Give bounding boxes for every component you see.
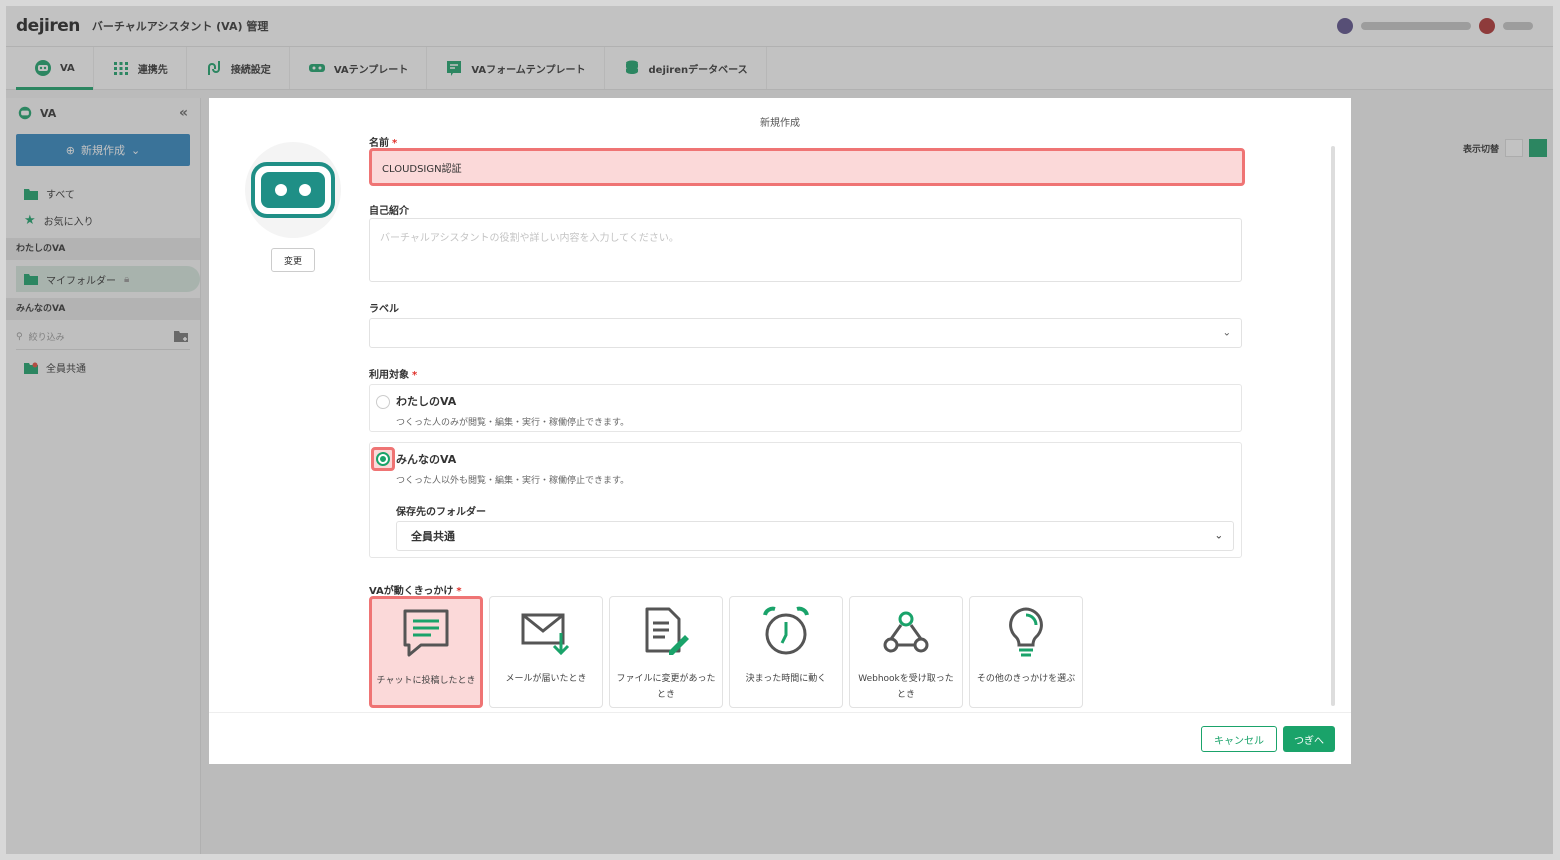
intro-label: 自己紹介 (369, 206, 409, 217)
lightbulb-icon (1009, 607, 1043, 657)
file-edit-icon (645, 607, 689, 655)
option-desc: つくった人以外も閲覧・編集・実行・稼働停止できます。 (396, 476, 630, 486)
trigger-label-text: メールが届いたとき (505, 674, 587, 684)
trigger-label-text: チャットに投稿したとき (376, 676, 476, 686)
webhook-icon (883, 611, 929, 653)
trigger-options: チャットに投稿したとき メールが届いたとき ファイルに変更があったとき 決まった… (369, 596, 1083, 708)
folder-select[interactable]: 全員共通 ⌄ (396, 521, 1234, 551)
trigger-chat[interactable]: チャットに投稿したとき (369, 596, 483, 708)
name-label: 名前 * (369, 134, 397, 149)
robot-face-icon (251, 162, 335, 218)
trigger-file-change[interactable]: ファイルに変更があったとき (609, 596, 723, 708)
trigger-schedule[interactable]: 決まった時間に動く (729, 596, 843, 708)
target-label-text: 利用対象 (369, 370, 409, 381)
target-option-everyone[interactable]: みんなのVA つくった人以外も閲覧・編集・実行・稼働停止できます。 保存先のフォ… (369, 442, 1242, 558)
cancel-button[interactable]: キャンセル (1201, 726, 1277, 752)
trigger-label-text: 決まった時間に動く (745, 674, 827, 684)
name-input[interactable]: CLOUDSIGN認証 (369, 148, 1245, 186)
new-va-dialog: 新規作成 変更 名前 * CLOUDSIGN認証 自己紹介 バーチャルアシスタント… (209, 98, 1351, 764)
alarm-clock-icon (763, 606, 809, 655)
mail-icon (521, 613, 570, 656)
trigger-label: VAが動くきっかけ * (369, 582, 462, 597)
target-label: 利用対象 * (369, 366, 417, 381)
folder-value: 全員共通 (411, 530, 455, 543)
radio-mine[interactable] (376, 395, 390, 409)
label-select[interactable]: ⌄ (369, 318, 1242, 348)
change-avatar-button[interactable]: 変更 (271, 248, 315, 272)
trigger-label-text: ファイルに変更があったとき (616, 674, 716, 700)
dialog-title: 新規作成 (760, 118, 800, 129)
dialog-footer: キャンセル つぎへ (209, 712, 1351, 764)
option-desc: つくった人のみが閲覧・編集・実行・稼働停止できます。 (396, 418, 630, 428)
va-avatar (245, 142, 341, 238)
dialog-scrollbar[interactable] (1331, 146, 1335, 706)
trigger-label-text: その他のきっかけを選ぶ (976, 674, 1076, 684)
chat-icon (403, 609, 449, 657)
option-title: わたしのVA (396, 395, 457, 408)
trigger-webhook[interactable]: Webhookを受け取ったとき (849, 596, 963, 708)
chevron-down-icon: ⌄ (1214, 530, 1223, 542)
label-label: ラベル (369, 304, 399, 315)
target-option-mine[interactable]: わたしのVA つくった人のみが閲覧・編集・実行・稼働停止できます。 (369, 384, 1242, 432)
trigger-other[interactable]: その他のきっかけを選ぶ (969, 596, 1083, 708)
intro-textarea[interactable]: バーチャルアシスタントの役割や詳しい内容を入力してください。 (369, 218, 1242, 282)
radio-everyone[interactable] (376, 452, 390, 466)
option-title: みんなのVA (396, 453, 457, 466)
trigger-label-text: Webhookを受け取ったとき (858, 674, 954, 700)
required-mark: * (412, 370, 418, 381)
app-window: dejiren バーチャルアシスタント (VA) 管理 VA 連携先 接続設定 … (6, 6, 1553, 854)
next-button[interactable]: つぎへ (1283, 726, 1335, 752)
chevron-down-icon: ⌄ (1222, 327, 1231, 339)
trigger-mail[interactable]: メールが届いたとき (489, 596, 603, 708)
folder-label: 保存先のフォルダー (396, 507, 486, 518)
